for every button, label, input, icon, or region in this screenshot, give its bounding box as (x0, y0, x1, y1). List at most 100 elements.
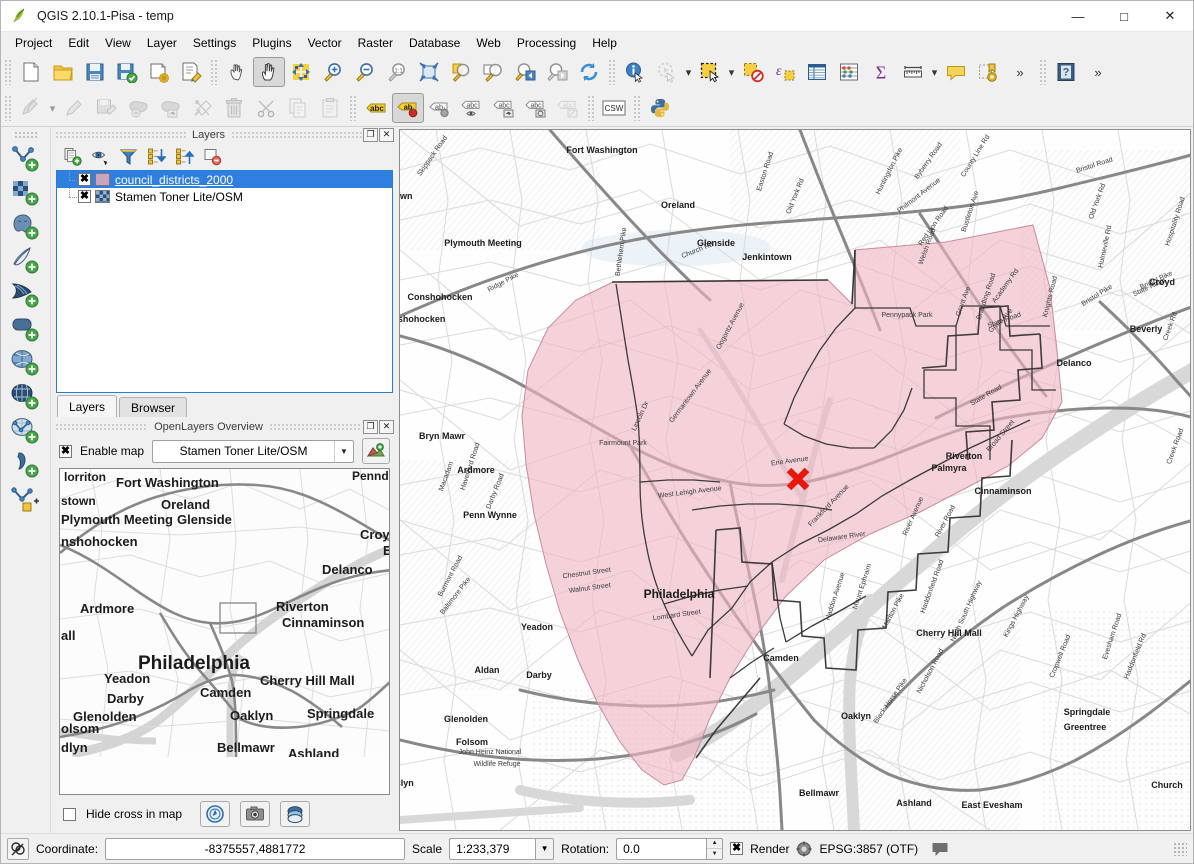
zoom-in-icon[interactable] (317, 57, 349, 87)
help-contents-icon[interactable]: ? (1050, 57, 1082, 87)
add-wms-layer-icon[interactable] (6, 346, 46, 380)
current-edits-dropdown[interactable]: ▾ (47, 93, 58, 123)
zoom-last-icon[interactable] (509, 57, 541, 87)
new-shapefile-layer-icon[interactable] (6, 482, 46, 516)
panel-drag-handle-icon[interactable] (55, 131, 186, 138)
layer-visibility-checkbox[interactable]: ✖ (78, 173, 91, 186)
tab-browser[interactable]: Browser (119, 397, 188, 417)
render-checkbox[interactable]: ✖ (730, 842, 744, 855)
label-icon[interactable]: abc (360, 93, 392, 123)
measure-dropdown[interactable]: ▾ (929, 57, 940, 87)
resize-grip-icon[interactable] (1173, 841, 1187, 856)
add-feature-icon[interactable] (122, 93, 154, 123)
pin-labels-icon[interactable]: ab (392, 93, 424, 123)
python-console-icon[interactable] (644, 93, 676, 123)
map-tips-icon[interactable] (940, 57, 972, 87)
maximize-button[interactable]: □ (1101, 1, 1147, 32)
measure-line-icon[interactable] (897, 57, 929, 87)
zoom-next-icon[interactable] (541, 57, 573, 87)
zoom-to-selection-icon[interactable] (445, 57, 477, 87)
toolbar-grip-icon[interactable] (4, 59, 12, 85)
save-project-icon[interactable] (79, 57, 111, 87)
layer-tree[interactable]: ✖ council_districts_2000 ✖ Stamen Toner … (56, 170, 393, 393)
openlayers-info-icon[interactable] (280, 801, 311, 827)
field-calculator-icon[interactable] (833, 57, 865, 87)
menu-vector[interactable]: Vector (300, 34, 350, 52)
zoom-to-layer-icon[interactable] (477, 57, 509, 87)
paste-features-icon[interactable] (314, 93, 346, 123)
toolbar-overflow-icon[interactable]: » (1004, 57, 1036, 87)
menu-plugins[interactable]: Plugins (244, 34, 299, 52)
add-oracle-layer-icon[interactable] (6, 312, 46, 346)
toolbar-grip-2-icon[interactable] (210, 59, 218, 85)
overview-map-canvas[interactable]: lorriton Fort Washington Pennd stown Oreland… (59, 468, 390, 795)
expand-all-icon[interactable] (143, 144, 169, 168)
toolbar-overflow2-icon[interactable]: » (1082, 57, 1114, 87)
menu-settings[interactable]: Settings (185, 34, 244, 52)
menu-raster[interactable]: Raster (350, 34, 401, 52)
hide-cross-checkbox[interactable] (63, 807, 76, 821)
stepper-up-icon[interactable]: ▲ (707, 839, 723, 849)
statistical-summary-icon[interactable]: Σ (865, 57, 897, 87)
menu-layer[interactable]: Layer (139, 34, 185, 52)
overview-panel-close-button[interactable]: ✕ (379, 419, 395, 434)
pan-map-icon[interactable] (253, 57, 285, 87)
set-extent-icon[interactable] (200, 801, 231, 827)
layers-panel-float-button[interactable]: ❐ (363, 127, 378, 142)
python-grip-icon[interactable] (633, 95, 641, 121)
rotation-spinbox[interactable]: 0.0 ▲ ▼ (616, 837, 724, 860)
composer-manager-icon[interactable] (175, 57, 207, 87)
collapse-all-icon[interactable] (171, 144, 197, 168)
zoom-full-icon[interactable] (413, 57, 445, 87)
cut-features-icon[interactable] (250, 93, 282, 123)
stepper-down-icon[interactable]: ▼ (707, 849, 722, 859)
add-delimited-text-layer-icon[interactable] (6, 448, 46, 482)
chevron-down-icon[interactable]: ▼ (334, 440, 353, 462)
scale-value[interactable]: 1:233,379 (449, 837, 536, 860)
save-layer-edits-icon[interactable] (90, 93, 122, 123)
rotation-value[interactable]: 0.0 (616, 837, 707, 860)
change-label-icon[interactable]: abc (552, 93, 584, 123)
identify-features-icon[interactable] (619, 57, 651, 87)
menu-processing[interactable]: Processing (509, 34, 584, 52)
run-feature-action-icon[interactable] (651, 57, 683, 87)
toolbar-grip-4-icon[interactable] (1039, 59, 1047, 85)
select-features-dropdown[interactable]: ▾ (726, 57, 737, 87)
zoom-native-icon[interactable]: 1:1 (381, 57, 413, 87)
new-bookmark-icon[interactable] (972, 57, 1004, 87)
add-vector-layer-icon[interactable] (6, 142, 46, 176)
move-feature-icon[interactable] (154, 93, 186, 123)
copy-features-icon[interactable] (282, 93, 314, 123)
map-canvas[interactable]: Skippack Road County Line Rd Byberry Road H… (399, 129, 1191, 831)
layer-item-council-districts[interactable]: ✖ council_districts_2000 (57, 171, 392, 188)
label-toolbar-grip-icon[interactable] (349, 95, 357, 121)
new-print-composer-icon[interactable] (143, 57, 175, 87)
tab-layers[interactable]: Layers (57, 395, 118, 417)
overview-map-select[interactable]: Stamen Toner Lite/OSM ▼ (152, 439, 354, 463)
menu-web[interactable]: Web (468, 34, 508, 52)
touch-zoom-icon[interactable] (221, 57, 253, 87)
add-wcs-layer-icon[interactable] (6, 380, 46, 414)
add-raster-layer-icon[interactable] (6, 176, 46, 210)
feature-action-dropdown[interactable]: ▾ (683, 57, 694, 87)
minimize-button[interactable]: — (1055, 1, 1101, 32)
menu-project[interactable]: Project (7, 34, 60, 52)
move-label-icon[interactable]: abc (488, 93, 520, 123)
toolbar-grip-3-icon[interactable] (608, 59, 616, 85)
remove-layer-icon[interactable] (199, 144, 225, 168)
vtoolbar-grip-icon[interactable] (13, 131, 38, 139)
crs-globe-icon[interactable] (796, 841, 812, 857)
add-overview-layer-icon[interactable] (362, 438, 390, 464)
message-log-icon[interactable] (931, 841, 949, 857)
panel-drag-handle-2-icon[interactable] (231, 131, 362, 138)
add-postgis-layer-icon[interactable] (6, 210, 46, 244)
layer-item-stamen-toner[interactable]: ✖ Stamen Toner Lite/OSM (57, 188, 392, 205)
metasearch-grip-icon[interactable] (587, 95, 595, 121)
overview-panel-float-button[interactable]: ❐ (363, 419, 379, 434)
rotate-label-icon[interactable]: abc (520, 93, 552, 123)
menu-help[interactable]: Help (584, 34, 625, 52)
enable-map-checkbox[interactable]: ✖ (59, 444, 72, 458)
add-wfs-layer-icon[interactable] (6, 414, 46, 448)
add-spatialite-layer-icon[interactable] (6, 244, 46, 278)
digitizing-grip-icon[interactable] (4, 95, 12, 121)
